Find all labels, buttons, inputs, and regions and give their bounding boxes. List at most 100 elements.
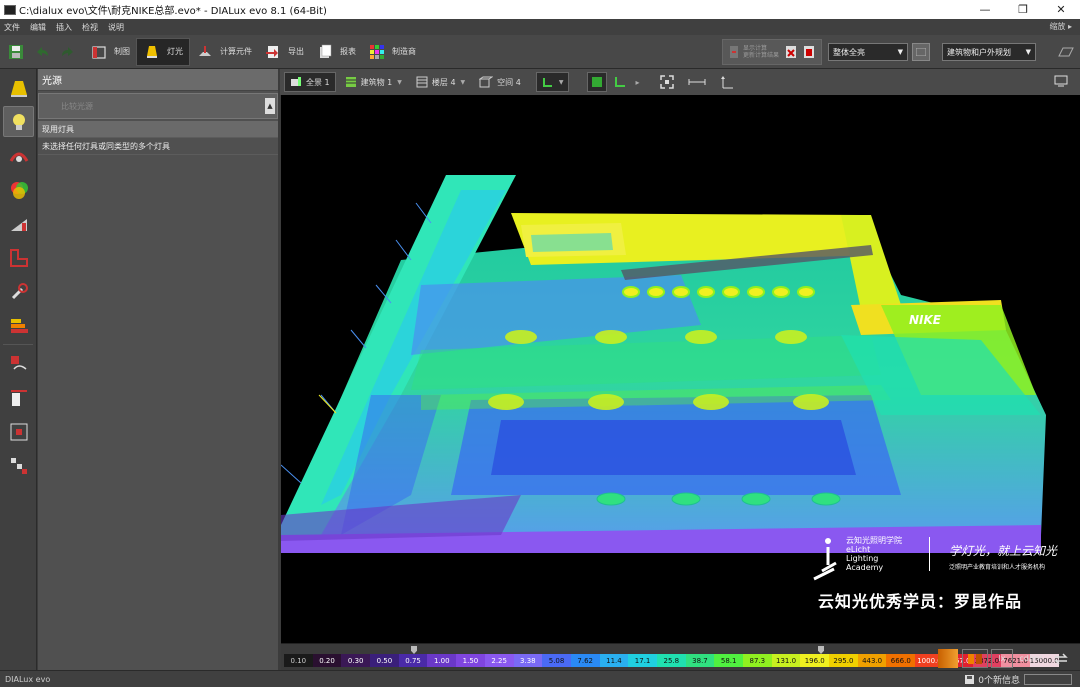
scale-min-handle[interactable]: [411, 646, 417, 654]
fit-view-button[interactable]: [655, 72, 679, 92]
scale-cell: 0.30: [341, 654, 371, 667]
light-icon: [143, 43, 161, 61]
floor-plan-icon[interactable]: [1050, 47, 1080, 57]
scale-cell: 17.1: [628, 654, 657, 667]
light-scene-select[interactable]: 整体全亮 ▼: [828, 43, 908, 61]
zoom-menu[interactable]: 缩放 ▸: [1049, 21, 1072, 32]
monitor-icon[interactable]: [1054, 74, 1068, 91]
scale-cell: 11.4: [599, 654, 629, 667]
academy-logo: [813, 538, 837, 581]
restore-button[interactable]: ❐: [1004, 0, 1042, 19]
mode-calc-objects[interactable]: 计算元件: [190, 38, 258, 66]
chevron-right-icon: ▸: [635, 77, 640, 87]
menu-view[interactable]: 检视: [82, 22, 98, 33]
calc-run-icon[interactable]: [729, 45, 739, 59]
mode-report[interactable]: 报表: [310, 38, 362, 66]
scale-cell: 0.10: [284, 654, 313, 667]
scale-cell: 58.1: [714, 654, 743, 667]
floor-view-toggle[interactable]: ▼: [535, 72, 570, 92]
new-messages[interactable]: 0个新信息: [965, 673, 1020, 686]
text-tool[interactable]: [3, 348, 34, 379]
measure-button[interactable]: [683, 72, 711, 92]
color-scheme-button[interactable]: [938, 649, 958, 668]
maintenance-tool[interactable]: [3, 276, 34, 307]
light-color-tool[interactable]: [3, 174, 34, 205]
mode-construction[interactable]: 制图: [84, 38, 136, 66]
mode-export[interactable]: 导出: [258, 38, 310, 66]
solid-view-button[interactable]: [587, 72, 608, 92]
divider: [3, 344, 33, 345]
section-header[interactable]: 现用灯具: [38, 121, 278, 138]
chevron-down-icon: ▼: [897, 48, 903, 56]
mode-calc-objects-label: 计算元件: [220, 47, 252, 56]
light-source-tool[interactable]: [3, 106, 34, 137]
mode-light[interactable]: 灯光: [136, 37, 190, 66]
arrange-luminaires-tool[interactable]: [3, 140, 34, 171]
scale-max-handle[interactable]: [818, 646, 824, 654]
menu-help[interactable]: 说明: [108, 22, 124, 33]
more-views-button[interactable]: ▸: [633, 72, 641, 92]
undo-icon[interactable]: [32, 42, 52, 62]
mode-light-label: 灯光: [167, 47, 183, 56]
section-text: 未选择任何灯具或同类型的多个灯具: [38, 138, 278, 155]
swap-icon[interactable]: [1051, 649, 1071, 668]
close-button[interactable]: ✕: [1042, 0, 1080, 19]
delete-results-icon[interactable]: [785, 45, 797, 59]
chevron-down-icon: ▼: [558, 78, 564, 86]
window-tool[interactable]: [3, 416, 34, 447]
mode-manufacturer-label: 制造商: [392, 47, 416, 56]
tab-building[interactable]: 建筑物 1 ▼: [340, 72, 407, 92]
door-tool[interactable]: [3, 382, 34, 413]
compare-sources-placeholder: 比较光源: [61, 101, 93, 111]
delete-all-results-icon[interactable]: [803, 45, 815, 59]
academy-name-en-2: Lighting: [846, 554, 879, 563]
watermark-divider: [929, 537, 930, 571]
chevron-down-icon: ▼: [460, 78, 466, 86]
title-bar: C:\dialux evo\文件\耐克NIKE总部.evo* - DIALux …: [0, 0, 1080, 19]
wall-view-button[interactable]: [611, 72, 629, 92]
storey-icon: [416, 76, 428, 88]
luminaire-tool[interactable]: [3, 72, 34, 103]
gradient-toggle-button[interactable]: [962, 649, 988, 668]
3d-viewport[interactable]: NIKE 云知光照明学院 eLicht Lighting Academy 学灯光…: [281, 95, 1080, 643]
scale-cell: 3.38: [513, 654, 543, 667]
compare-sources-combo[interactable]: 比较光源 ▲: [38, 93, 278, 119]
fit-icon: [660, 75, 675, 89]
building-icon: [345, 76, 357, 88]
scale-cell: 0.50: [370, 654, 399, 667]
unit-lx-button[interactable]: lx: [991, 649, 1013, 668]
tab-building-label: 建筑物 1: [360, 77, 393, 87]
unit-cd-button[interactable]: cd/m²: [1017, 649, 1045, 668]
save-icon[interactable]: [6, 42, 26, 62]
planning-select[interactable]: 建筑物和户外规划 ▼: [942, 43, 1036, 61]
menu-file[interactable]: 文件: [4, 22, 20, 33]
chevron-down-icon: ▼: [1025, 48, 1031, 56]
light-scene-value: 整体全亮: [833, 47, 865, 57]
axis-button[interactable]: [715, 72, 739, 92]
structure-tool[interactable]: [3, 242, 34, 273]
app-name: DIALux evo: [5, 674, 51, 684]
wall-icon: [614, 76, 626, 88]
redo-icon[interactable]: [58, 42, 78, 62]
calculation-group: 显示计算 更新计算结果: [721, 39, 822, 65]
scale-cell: 2.25: [484, 654, 514, 667]
scale-cell: 87.3: [743, 654, 772, 667]
chevron-up-icon[interactable]: ▲: [265, 98, 275, 114]
nike-sign: NIKE: [909, 313, 942, 327]
stairs-tool[interactable]: [3, 450, 34, 481]
minimize-button[interactable]: —: [966, 0, 1004, 19]
calc-objects-icon: [196, 43, 214, 61]
menu-edit[interactable]: 编辑: [30, 22, 46, 33]
tab-scene[interactable]: 全景 1: [284, 72, 336, 92]
scene-settings-icon[interactable]: [912, 43, 930, 61]
light-scene-tool[interactable]: [3, 208, 34, 239]
academy-name-cn: 云知光照明学院: [846, 536, 902, 545]
tab-storey[interactable]: 楼层 4 ▼: [411, 72, 470, 92]
energy-tool[interactable]: [3, 310, 34, 341]
menu-insert[interactable]: 插入: [56, 22, 72, 33]
tab-room[interactable]: 空间 4: [474, 72, 526, 92]
mode-construction-label: 制图: [114, 47, 130, 56]
scale-cell: 666.0: [886, 654, 916, 667]
scene-icon: [290, 76, 302, 88]
mode-manufacturer[interactable]: 制造商: [362, 38, 422, 66]
